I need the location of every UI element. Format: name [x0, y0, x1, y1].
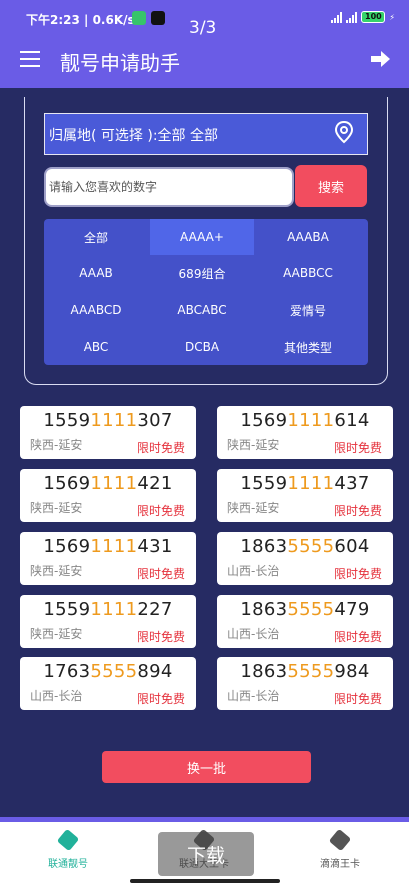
number-card[interactable]: 18635555479 山西-长治 限时免费 — [217, 595, 393, 648]
top-bar: 下午2:23 | 0.6K/s 3/3 100 ⚡ 靓号申请助手 — [0, 0, 409, 88]
type-option[interactable]: AAABCD — [44, 292, 148, 328]
number-card[interactable]: 17635555894 山西-长治 限时免费 — [20, 657, 196, 710]
region-selector[interactable]: 归属地( 可选择 ):全部 全部 — [44, 113, 368, 155]
status-time: 下午2:23 | 0.6K/s — [26, 13, 135, 27]
free-tag: 限时免费 — [333, 630, 382, 644]
phone-number: 17635555894 — [43, 661, 173, 682]
phone-number: 15691111614 — [240, 410, 370, 431]
phone-number: 15591111307 — [43, 410, 173, 431]
free-tag: 限时免费 — [333, 567, 382, 581]
type-option[interactable]: 其他类型 — [256, 329, 360, 365]
number-location: 陕西-延安 — [227, 501, 280, 515]
battery-icon: 100 — [361, 11, 386, 23]
number-card[interactable]: 15591111227 陕西-延安 限时免费 — [20, 595, 196, 648]
notification-app-icon — [132, 11, 146, 25]
number-location: 陕西-延安 — [30, 438, 83, 452]
number-card[interactable]: 15691111431 陕西-延安 限时免费 — [20, 532, 196, 585]
nav-item-unicom-number[interactable]: 联通靓号 — [0, 822, 136, 886]
free-tag: 限时免费 — [333, 504, 382, 518]
phone-number: 18635555984 — [240, 661, 370, 682]
type-option[interactable]: 爱情号 — [256, 292, 360, 328]
number-card[interactable]: 15591111307 陕西-延安 限时免费 — [20, 406, 196, 459]
region-label: 归属地( 可选择 ):全部 全部 — [49, 128, 218, 144]
page-title: 靓号申请助手 — [60, 51, 180, 75]
signal-icon — [346, 11, 358, 23]
signal-icon — [331, 11, 343, 23]
free-tag: 限时免费 — [136, 504, 185, 518]
number-location: 山西-长治 — [227, 627, 280, 641]
free-tag: 限时免费 — [136, 441, 185, 455]
charging-icon: ⚡ — [389, 12, 395, 22]
refresh-batch-button[interactable]: 换一批 — [102, 751, 311, 783]
location-pin-icon[interactable] — [333, 120, 355, 144]
free-tag: 限时免费 — [136, 692, 185, 706]
type-option-selected[interactable]: AAAA+ — [150, 219, 254, 255]
type-option[interactable]: AAAB — [44, 255, 148, 291]
search-button[interactable]: 搜索 — [295, 165, 367, 207]
free-tag: 限时免费 — [136, 630, 185, 644]
number-location: 山西-长治 — [30, 689, 83, 703]
number-location: 陕西-延安 — [30, 501, 83, 515]
number-card[interactable]: 15691111614 陕西-延安 限时免费 — [217, 406, 393, 459]
type-option[interactable]: AABBCC — [256, 255, 360, 291]
number-card[interactable]: 15591111437 陕西-延安 限时免费 — [217, 469, 393, 522]
number-location: 山西-长治 — [227, 564, 280, 578]
number-card[interactable]: 15691111421 陕西-延安 限时免费 — [20, 469, 196, 522]
type-option[interactable]: AAABA — [256, 219, 360, 255]
sim-card-icon — [328, 828, 352, 852]
page-indicator: 3/3 — [189, 18, 217, 38]
nav-item-label: 滴滴王卡 — [320, 859, 360, 870]
menu-icon[interactable] — [20, 51, 40, 67]
phone-number: 15691111431 — [43, 536, 173, 557]
number-type-grid: 全部 AAAA+ AAABA AAAB 689组合 AABBCC AAABCD … — [44, 219, 368, 365]
free-tag: 限时免费 — [333, 441, 382, 455]
gesture-bar[interactable] — [130, 879, 280, 883]
status-bar: 下午2:23 | 0.6K/s 3/3 100 ⚡ — [0, 0, 409, 38]
status-icons: 100 ⚡ — [331, 11, 395, 23]
phone-number: 18635555604 — [240, 536, 370, 557]
download-button[interactable]: 下载 — [158, 832, 254, 876]
free-tag: 限时免费 — [136, 567, 185, 581]
type-option[interactable]: ABC — [44, 329, 148, 365]
nav-item-label: 联通靓号 — [48, 859, 88, 870]
phone-number: 15591111227 — [43, 599, 173, 620]
sim-card-icon — [56, 828, 80, 852]
phone-number: 15691111421 — [43, 473, 173, 494]
number-location: 陕西-延安 — [30, 627, 83, 641]
nav-item-didi-king-card[interactable]: 滴滴王卡 — [272, 822, 408, 886]
type-option[interactable]: 全部 — [44, 219, 148, 255]
number-location: 陕西-延安 — [227, 438, 280, 452]
type-option[interactable]: 689组合 — [150, 255, 254, 291]
tiktok-icon — [151, 11, 165, 25]
number-card[interactable]: 18635555604 山西-长治 限时免费 — [217, 532, 393, 585]
number-card[interactable]: 18635555984 山西-长治 限时免费 — [217, 657, 393, 710]
free-tag: 限时免费 — [333, 692, 382, 706]
phone-number: 18635555479 — [240, 599, 370, 620]
type-option[interactable]: ABCABC — [150, 292, 254, 328]
number-search-input[interactable] — [44, 167, 294, 207]
type-option[interactable]: DCBA — [150, 329, 254, 365]
number-location: 山西-长治 — [227, 689, 280, 703]
phone-number: 15591111437 — [240, 473, 370, 494]
number-location: 陕西-延安 — [30, 564, 83, 578]
share-arrow-icon[interactable] — [369, 49, 391, 69]
